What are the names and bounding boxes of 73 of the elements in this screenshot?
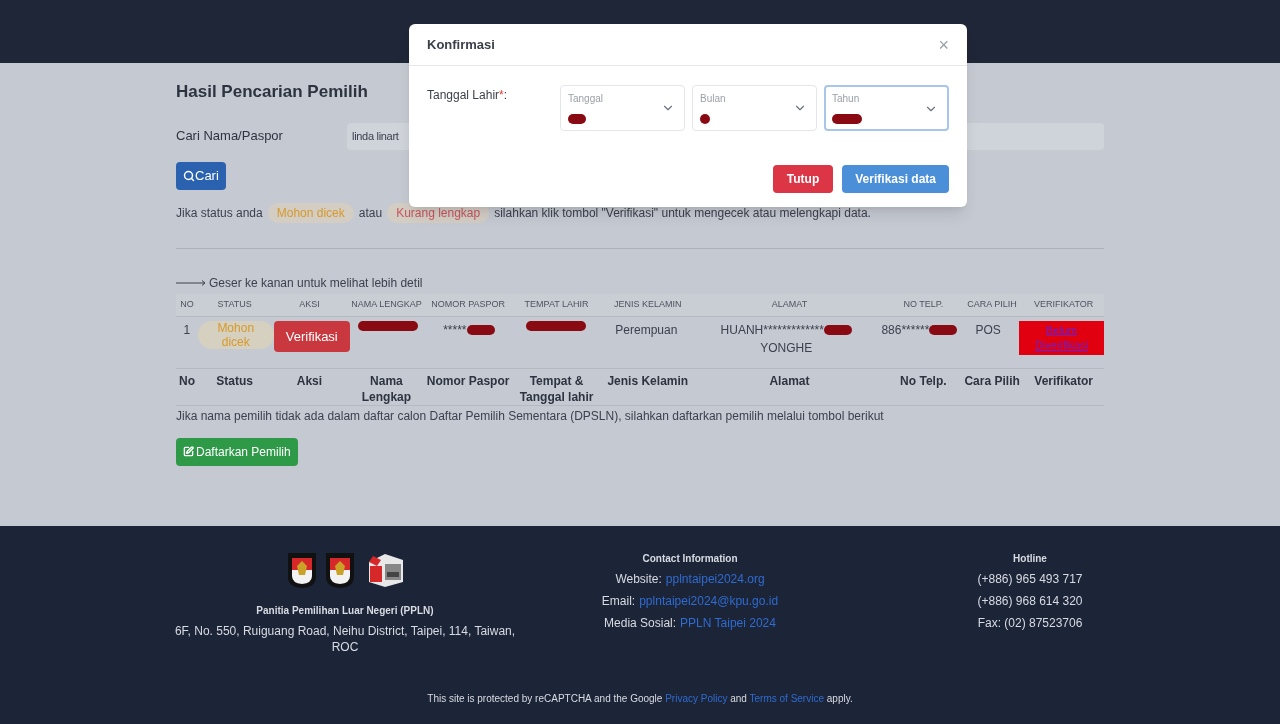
column-footer: No Telp. xyxy=(900,373,947,388)
info-text: atau xyxy=(358,204,383,222)
verify-data-button[interactable]: Verifikasi data xyxy=(842,165,949,193)
table-cell-text: 886****** xyxy=(881,321,930,339)
column-footer: Jenis Kelamin xyxy=(607,373,689,388)
column-footer: Alamat xyxy=(769,373,810,388)
table-cell-text: ***** xyxy=(443,321,467,339)
scroll-hint: Geser ke kanan untuk melihat lebih detil xyxy=(209,274,423,292)
hotline-text: (+886) 968 614 320 xyxy=(977,593,1083,610)
column-header: JENIS KELAMIN xyxy=(614,298,682,309)
close-button[interactable]: × xyxy=(938,35,949,54)
column-header: VERIFIKATOR xyxy=(1034,298,1094,309)
column-header: STATUS xyxy=(217,298,252,309)
contact-label: Website: xyxy=(615,571,662,588)
register-note: Jika nama pemilih tidak ada dalam daftar calon Daftar Pemilih Sementara (DPSLN), silahkan daftarkan pemilih melalui tombol berikut xyxy=(176,407,885,425)
info-text: Jika status anda xyxy=(176,204,263,222)
column-footer: Tempat & Tanggal lahir xyxy=(519,373,594,404)
page-title: Hasil Pencarian Pemilih xyxy=(176,81,368,103)
contact-link[interactable]: PPLN Taipei 2024 xyxy=(680,614,776,632)
close-dialog-button[interactable]: Tutup xyxy=(772,165,834,193)
hotline-title: Hotline xyxy=(1013,552,1047,566)
contact-label: Email: xyxy=(601,593,636,610)
column-footer: Aksi xyxy=(296,373,323,388)
table-cell-text: Perempuan xyxy=(615,321,678,339)
emblem-icon xyxy=(285,551,319,589)
field-label: Tanggal Lahir*: xyxy=(427,87,509,104)
date-select[interactable]: Bulan xyxy=(692,85,817,131)
info-text: silahkan klik tombol "Verifikasi" untuk mengecek atau melengkapi data. xyxy=(494,204,871,222)
recaptcha-notice: This site is protected by reCAPTCHA and the Google Privacy Policy and Terms of Service apply. xyxy=(426,692,854,706)
column-footer: Nama Lengkap xyxy=(361,373,412,404)
policy-link[interactable]: Terms of Service xyxy=(749,693,824,704)
search-button[interactable]: Cari xyxy=(176,161,226,190)
table-cell-text: HUANH************* xyxy=(720,321,824,339)
policy-link[interactable]: Privacy Policy xyxy=(665,693,728,704)
column-footer: No xyxy=(179,373,195,388)
table-cell-text: 1 xyxy=(183,321,191,339)
edit-icon xyxy=(183,446,194,457)
register-button[interactable]: Daftarkan Pemilih xyxy=(176,437,298,466)
column-footer: Nomor Paspor xyxy=(426,373,510,388)
column-header: NAMA LENGKAP xyxy=(351,298,422,309)
arrow-icon xyxy=(176,279,206,286)
contact-link[interactable]: pplntaipei2024.org xyxy=(665,570,765,588)
org-name: Panitia Pemilihan Luar Negeri (PPLN) xyxy=(256,604,434,618)
column-header: TEMPAT LAHIR xyxy=(524,298,589,309)
table-cell-text: POS xyxy=(975,321,1001,339)
column-footer: Status xyxy=(216,373,254,388)
verify-button[interactable]: Verifikasi xyxy=(273,320,350,352)
column-header: NO xyxy=(180,298,194,309)
column-header: NO TELP. xyxy=(903,298,944,309)
table-cell-text: YONGHE xyxy=(760,339,813,357)
select-label: Tahun xyxy=(832,92,861,106)
contact-title: Contact Information xyxy=(642,552,738,566)
select-label: Tanggal xyxy=(568,92,605,106)
date-select[interactable]: Tahun xyxy=(824,85,949,131)
contact-label: Media Sosial: xyxy=(604,615,677,632)
status-badge: Mohon dicek xyxy=(267,202,354,223)
hotline-text: (+886) 965 493 717 xyxy=(977,571,1083,588)
column-header: NOMOR PASPOR xyxy=(431,298,505,309)
select-label: Bulan xyxy=(700,92,727,106)
column-header: ALAMAT xyxy=(771,298,808,309)
search-icon xyxy=(183,169,195,182)
address-text: 6F, No. 550, Ruiguang Road, Neihu District, Taipei, 114, Taiwan, ROC xyxy=(173,623,517,655)
hotline-text: Fax: (02) 87523706 xyxy=(977,615,1083,632)
date-select[interactable]: Tanggal xyxy=(560,85,685,131)
column-footer: Cara Pilih xyxy=(964,373,1020,388)
column-header: CARA PILIH xyxy=(967,298,1017,309)
dialog-title: Konfirmasi xyxy=(427,35,495,54)
column-header: AKSI xyxy=(299,298,320,309)
status-badge: Mohon dicek xyxy=(197,320,274,349)
search-label: Cari Nama/Paspor xyxy=(176,127,284,146)
emblem-icon xyxy=(323,551,357,589)
column-footer: Verifikator xyxy=(1034,373,1093,388)
contact-link[interactable]: pplntaipei2024@kpu.go.id xyxy=(639,592,779,610)
